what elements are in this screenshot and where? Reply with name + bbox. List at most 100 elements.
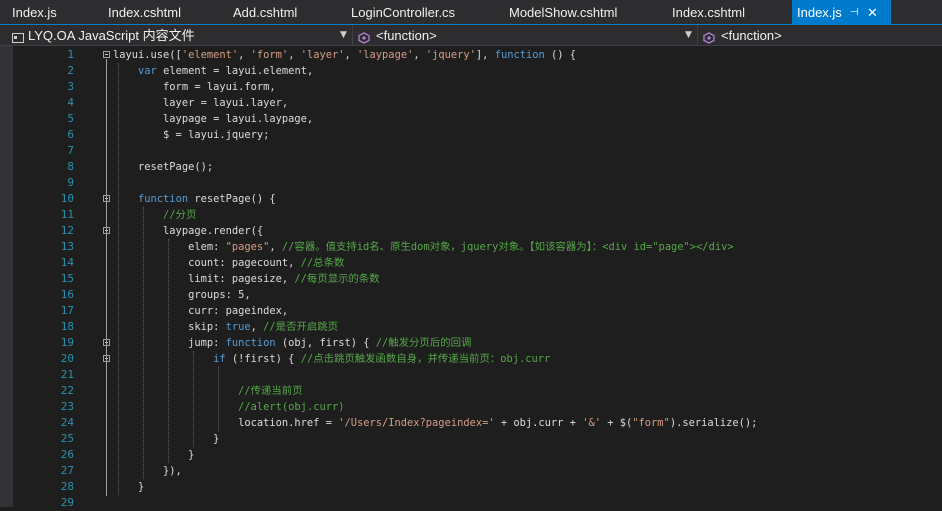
keyword-token: var [138,65,157,77]
code-text: } [113,447,194,463]
string-token: 'layer' [300,49,345,61]
tab-index-cshtml[interactable]: Index.cshtml [108,0,181,24]
code-line: 11 //分页 [0,207,942,223]
code-line: 27 }), [0,463,942,479]
string-token: 'jquery' [425,49,476,61]
code-token: curr: pageindex, [113,305,289,317]
code-text: skip: true, //是否开启跳页 [113,319,338,335]
line-number: 27 [60,464,74,477]
code-editor[interactable]: 1 layui.use(['element', 'form', 'layer', … [0,46,942,509]
code-text: } [113,431,219,447]
code-token: } [113,449,195,461]
tab-label: Index.js [12,5,57,20]
code-token: groups: 5, [113,289,251,301]
navigation-bar: LYQ.OA JavaScript 内容文件 ▼ <function> ▼ <f… [0,25,942,46]
line-number: 1 [67,48,74,61]
code-text: groups: 5, [113,287,251,303]
comment-token: //alert(obj.curr) [238,401,345,413]
line-number: 22 [60,384,74,397]
keyword-token: true [225,321,251,333]
line-number: 12 [60,224,74,237]
code-text: form = layui.form, [113,79,276,95]
line-number: 26 [60,448,74,461]
close-icon[interactable]: ✕ [867,0,878,26]
code-line: 20 if (!first) { //点击跳页触发函数自身，并传递当前页：obj… [0,351,942,367]
line-number: 4 [67,96,74,109]
comment-token: //分页 [163,209,197,221]
code-line: 22 //传递当前页 [0,383,942,399]
line-number: 20 [60,352,74,365]
string-token: 'form' [250,49,289,61]
project-icon [12,29,24,43]
code-text: var element = layui.element, [113,63,313,79]
code-text: //alert(obj.curr) [113,399,344,415]
code-token: , [344,49,358,61]
tab-logincontroller-cs[interactable]: LoginController.cs [351,0,455,24]
line-number: 7 [67,144,74,157]
code-text: function resetPage() { [113,191,276,207]
code-text: //传递当前页 [113,383,303,399]
code-text: if (!first) { //点击跳页触发函数自身，并传递当前页：obj.cu… [113,351,550,367]
code-line: 21 [0,367,942,383]
tab-label: Index.js [797,5,842,20]
code-token: ], [475,49,495,61]
line-number: 9 [67,176,74,189]
code-line: 2 var element = layui.element, [0,63,942,79]
code-token: ).serialize(); [669,417,758,429]
project-dropdown[interactable]: LYQ.OA JavaScript 内容文件 [28,25,195,45]
comment-token: //点击跳页触发函数自身，并传递当前页：obj.curr [300,353,551,365]
code-token: element = layui.element, [156,65,314,77]
line-number: 17 [60,304,74,317]
code-token: + $( [601,417,633,429]
line-number: 6 [67,128,74,141]
tab-label: Index.cshtml [672,5,745,20]
comment-token: //传递当前页 [238,385,303,397]
code-line: 8 resetPage(); [0,159,942,175]
code-text: }), [113,463,182,479]
comment-token: //触发分页后的回调 [375,337,472,349]
function-icon [703,29,715,44]
code-token: , [250,321,264,333]
indent-guide [168,239,170,463]
line-number: 21 [60,368,74,381]
comment-token: //每页显示的条数 [294,273,380,285]
line-number: 11 [60,208,74,221]
member-dropdown[interactable]: <function> [721,25,782,45]
line-number: 8 [67,160,74,173]
code-token: count: pagecount, [113,257,301,269]
code-token: } [113,433,220,445]
code-line: 29 [0,495,942,511]
line-number: 19 [60,336,74,349]
code-token: }), [113,465,182,477]
code-line: 9 [0,175,942,191]
code-token: (!first) { [225,353,301,365]
chevron-down-icon[interactable]: ▼ [340,25,347,45]
scope-dropdown[interactable]: <function> [376,25,437,45]
line-number: 13 [60,240,74,253]
tab-add-cshtml[interactable]: Add.cshtml [233,0,297,24]
chevron-down-icon[interactable]: ▼ [685,25,692,45]
tab-index-js[interactable]: Index.js [12,0,57,24]
code-token: + obj.curr + [494,417,583,429]
line-number: 23 [60,400,74,413]
code-token: location.href = [113,417,339,429]
outline-connector [106,59,107,496]
string-token: "pages" [225,241,270,253]
tab-modelshow-cshtml[interactable]: ModelShow.cshtml [509,0,617,24]
code-line: 17 curr: pageindex, [0,303,942,319]
collapse-icon[interactable] [103,51,110,58]
code-line: 25 } [0,431,942,447]
pin-icon[interactable]: ⊣ [850,0,859,26]
tab-index-js-active[interactable]: Index.js ⊣ ✕ [792,0,891,24]
code-line: 26 } [0,447,942,463]
code-text: //分页 [113,207,196,223]
line-number: 10 [60,192,74,205]
comment-token: //总条数 [300,257,345,269]
tab-index-cshtml[interactable]: Index.cshtml [672,0,745,24]
code-text: $ = layui.jquery; [113,127,269,143]
code-text: location.href = '/Users/Index?pageindex=… [113,415,757,431]
tab-label: Add.cshtml [233,5,298,20]
code-token: elem: [113,241,226,253]
